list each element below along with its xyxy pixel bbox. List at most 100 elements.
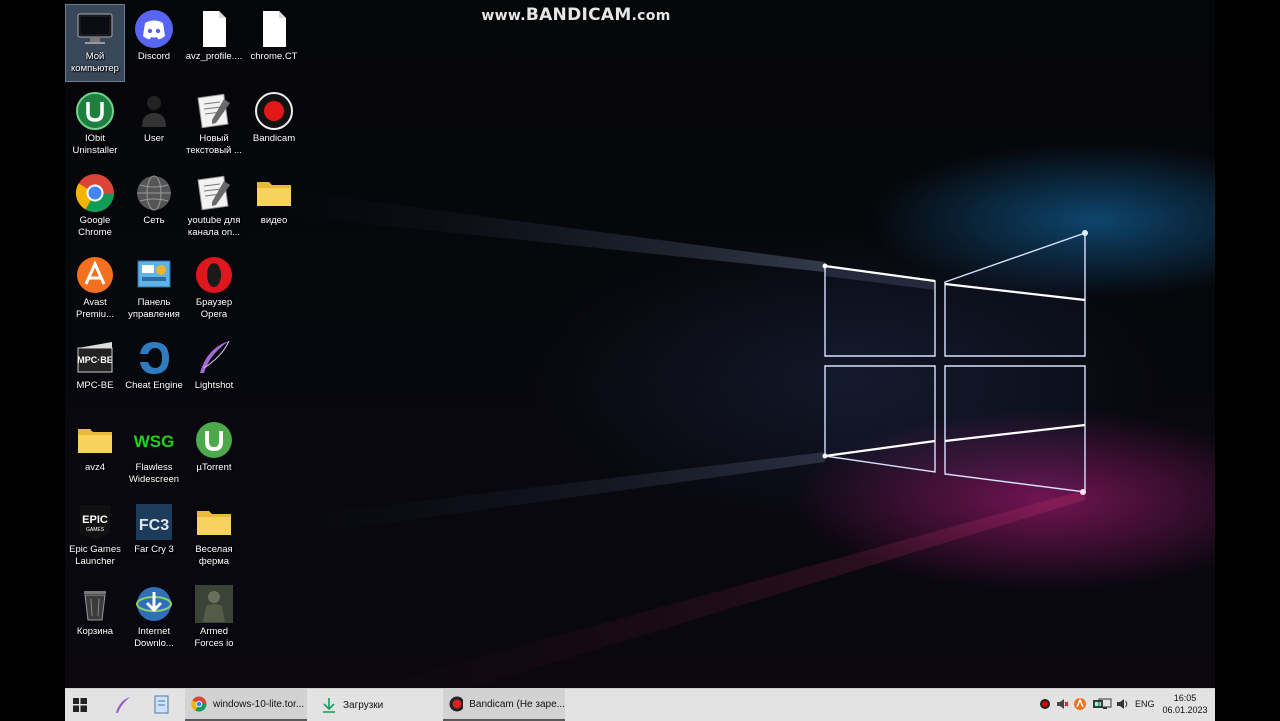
taskbar: windows-10-lite.tor... Загрузки Bandicam… — [65, 688, 1215, 721]
desktop-icon-label: Far Cry 3 — [134, 544, 174, 555]
desktop-icon-mpc-be[interactable]: MPC·BE MPC-BE — [66, 334, 124, 410]
taskbar-clock[interactable]: 16:05 06.01.2023 — [1157, 692, 1213, 716]
desktop-icon-label: Lightshot — [194, 380, 234, 391]
clock-time: 16:05 — [1173, 693, 1197, 703]
language-indicator[interactable]: ENG — [1135, 699, 1155, 709]
desktop-icon-label: Веселая ферма — [195, 544, 233, 567]
desktop-icon-lightshot[interactable]: Lightshot — [185, 334, 243, 410]
desktop-icon-label: avz4 — [84, 462, 106, 473]
desktop-icon-label: User — [143, 133, 165, 144]
avast-icon — [75, 255, 115, 295]
folder-icon — [194, 502, 234, 542]
taskbar-item-label: windows-10-lite.tor... — [213, 698, 305, 710]
desktop-icon-idm[interactable]: Internet Downlo... — [125, 580, 183, 656]
folder-icon — [254, 173, 294, 213]
desktop-icon-chrome[interactable]: Google Chrome — [66, 169, 124, 245]
desktop-icon-avz4[interactable]: avz4 — [66, 416, 124, 492]
opera-icon — [194, 255, 234, 295]
armed-forces-icon — [194, 584, 234, 624]
desktop-icon-new-text[interactable]: Новый текстовый ... — [185, 87, 243, 163]
taskbar-item-label: Загрузки — [343, 699, 384, 711]
desktop-icon-label: IObit Uninstaller — [72, 133, 118, 156]
desktop-icon-label: youtube для канала on... — [187, 215, 241, 238]
desktop-icon-label: chrome.CT — [250, 51, 298, 62]
desktop-icon-network[interactable]: Сеть — [125, 169, 183, 245]
network-globe-icon — [134, 173, 174, 213]
desktop-icon-flawless[interactable]: WSG Flawless Widescreen — [125, 416, 183, 492]
desktop-icon-user[interactable]: User — [125, 87, 183, 163]
desktop-icon-label: µTorrent — [196, 462, 232, 473]
recycle-bin-icon — [75, 584, 115, 624]
pinned-lightshot[interactable] — [113, 689, 137, 721]
desktop-icon-label: Avast Premiu... — [75, 297, 114, 320]
svg-text:MPC·BE: MPC·BE — [77, 355, 113, 365]
far-cry-3-icon: FC3 — [134, 502, 174, 542]
desktop-icon-label: Google Chrome — [78, 215, 112, 238]
desktop-icon-label: Корзина — [76, 626, 114, 637]
watermark-brand: BANDICAM — [525, 5, 632, 25]
chrome-icon — [191, 696, 207, 712]
pinned-app[interactable] — [153, 689, 177, 721]
desktop-icon-label: Bandicam — [252, 133, 296, 144]
avast-tray-icon[interactable] — [1073, 697, 1087, 711]
desktop-icon-label: Flawless Widescreen — [128, 462, 180, 485]
bandicam-record-icon — [449, 696, 464, 712]
desktop-icon-armed-forces[interactable]: Armed Forces io — [185, 580, 243, 656]
desktop-icon-video-folder[interactable]: видео — [245, 169, 303, 245]
desktop-icon-chrome-ct[interactable]: chrome.CT — [245, 5, 303, 81]
desktop-icon-label: Мой компьютер — [71, 51, 119, 74]
utorrent-icon — [194, 420, 234, 460]
desktop-icon-label: avz_profile.... — [185, 51, 243, 62]
desktop-icon-avz-profile[interactable]: avz_profile.... — [185, 5, 243, 81]
desktop-icon-label: Internet Downlo... — [134, 626, 174, 649]
download-arrow-icon — [323, 698, 335, 713]
mpc-be-clapper-icon: MPC·BE — [75, 338, 115, 378]
desktop-icon-label: Armed Forces io — [194, 626, 234, 649]
desktop-icon-avast[interactable]: Avast Premiu... — [66, 251, 124, 327]
desktop-icon-iobit[interactable]: IObit Uninstaller — [66, 87, 124, 163]
desktop-icon-bandicam[interactable]: Bandicam — [245, 87, 303, 163]
svg-text:EPIC: EPIC — [82, 514, 108, 526]
desktop-icon-label: Новый текстовый ... — [186, 133, 242, 156]
network-tray-icon[interactable] — [1098, 697, 1112, 711]
file-icon — [194, 9, 234, 49]
desktop-icon-opera[interactable]: Браузер Opera — [185, 251, 243, 327]
speaker-muted-icon[interactable] — [1055, 697, 1069, 711]
cheat-engine-icon — [134, 338, 174, 378]
document-icon — [154, 695, 169, 714]
taskbar-item-label: Bandicam (Не заре... — [469, 698, 565, 710]
file-icon — [254, 9, 294, 49]
taskbar-item-bandicam[interactable]: Bandicam (Не заре... — [443, 689, 565, 721]
text-document-icon — [194, 173, 234, 213]
start-button[interactable] — [73, 689, 97, 721]
svg-text:FC3: FC3 — [139, 517, 169, 534]
desktop-icon-youtube-doc[interactable]: youtube для канала on... — [185, 169, 243, 245]
feather-icon — [116, 697, 130, 713]
desktop-icon-cheat-engine[interactable]: Cheat Engine — [125, 334, 183, 410]
desktop-icon-farcry3[interactable]: FC3 Far Cry 3 — [125, 498, 183, 574]
desktop-icon-utorrent[interactable]: µTorrent — [185, 416, 243, 492]
desktop-icon-my-computer[interactable]: Мой компьютер — [65, 4, 125, 82]
desktop-icon-control-panel[interactable]: Панель управления — [125, 251, 183, 327]
bandicam-tray-icon[interactable] — [1038, 697, 1052, 711]
taskbar-item-chrome[interactable]: windows-10-lite.tor... — [185, 689, 307, 721]
desktop-icon-discord[interactable]: Discord — [125, 5, 183, 81]
desktop-icon-label: Браузер Opera — [195, 297, 233, 320]
epic-games-icon: EPIC GAMES — [75, 502, 115, 542]
taskbar-item-downloads[interactable]: Загрузки — [315, 689, 443, 721]
desktop-icon-recycle-bin[interactable]: Корзина — [66, 580, 124, 656]
desktop-icon-label: Discord — [137, 51, 171, 62]
volume-tray-icon[interactable] — [1115, 697, 1129, 711]
discord-icon — [134, 9, 174, 49]
desktop-icon-label: видео — [260, 215, 288, 226]
desktop-icon-label: MPC-BE — [76, 380, 114, 391]
desktop-icon-veselaya-ferma[interactable]: Веселая ферма — [185, 498, 243, 574]
desktop-icon-epic[interactable]: EPIC GAMES Epic Games Launcher — [66, 498, 124, 574]
svg-text:WSG: WSG — [134, 432, 174, 451]
monitor-icon — [75, 9, 115, 49]
flawless-widescreen-icon: WSG — [134, 420, 175, 460]
desktop-icon-label: Сеть — [143, 215, 165, 226]
windows-start-icon — [73, 698, 87, 712]
user-folder-icon — [134, 91, 174, 131]
folder-icon — [75, 420, 115, 460]
